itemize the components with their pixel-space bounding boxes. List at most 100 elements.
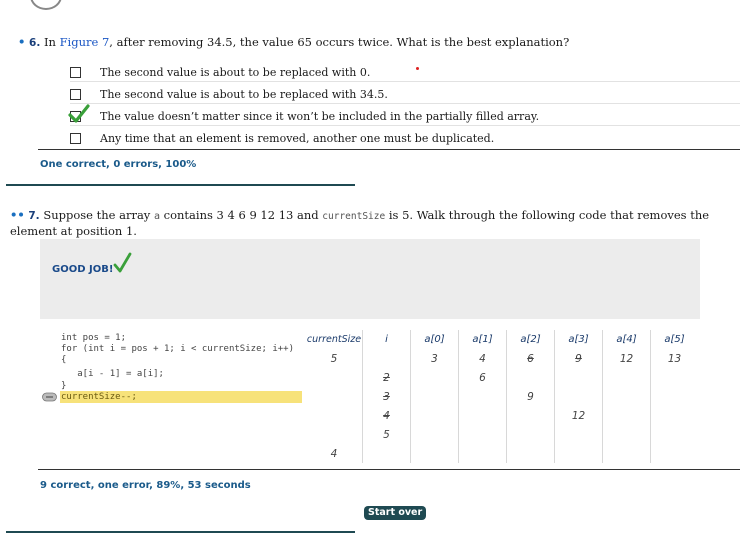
trace-cell[interactable] (362, 444, 411, 463)
trace-cell[interactable] (458, 425, 507, 444)
trace-cell[interactable] (554, 444, 603, 463)
question-7: •• 7. Suppose the array a contains 3 4 6… (10, 208, 738, 238)
trace-header: a[1] (458, 330, 507, 349)
choice-checkbox-2[interactable] (70, 89, 81, 100)
trace-header: a[5] (650, 330, 698, 349)
trace-cell[interactable] (458, 444, 507, 463)
trace-cell[interactable] (306, 425, 363, 444)
trace-cell[interactable] (506, 444, 555, 463)
trace-header: a[3] (554, 330, 603, 349)
trace-cell[interactable]: 4 (362, 406, 411, 425)
trace-cell[interactable] (410, 444, 459, 463)
trace-cell[interactable]: 4 (458, 349, 507, 368)
trace-cell[interactable] (650, 406, 698, 425)
question-separator (6, 531, 355, 533)
trace-cell[interactable]: 12 (602, 349, 651, 368)
trace-cell[interactable] (410, 368, 459, 387)
choice-divider (70, 103, 740, 104)
trace-row: 39 (306, 387, 698, 406)
choice-divider (70, 125, 740, 126)
trace-cell[interactable] (306, 406, 363, 425)
choice-checkbox-1[interactable] (70, 67, 81, 78)
question-number: 6. (29, 37, 41, 49)
trace-cell[interactable]: 6 (506, 349, 555, 368)
choice-label-1: The second value is about to be replaced… (100, 66, 371, 79)
trace-cell[interactable] (410, 387, 459, 406)
start-over-button[interactable]: Start over (364, 506, 427, 520)
trace-cell[interactable] (306, 368, 363, 387)
trace-row: 26 (306, 368, 698, 387)
code-line: a[i - 1] = a[i]; (61, 369, 164, 379)
check-mark-icon (68, 104, 90, 123)
top-cut-graphic (30, 0, 62, 10)
red-dot (416, 67, 419, 70)
trace-cell[interactable] (602, 406, 651, 425)
variable-name: currentSize (322, 211, 386, 222)
trace-cell[interactable] (362, 349, 411, 368)
trace-cell[interactable] (602, 444, 651, 463)
trace-cell[interactable]: 4 (306, 444, 363, 463)
question-text: contains 3 4 6 9 12 13 and (163, 208, 319, 222)
trace-header: a[0] (410, 330, 459, 349)
trace-cell[interactable] (458, 406, 507, 425)
choice-label-3: The value doesn’t matter since it won’t … (100, 110, 540, 123)
trace-cell[interactable]: 6 (458, 368, 507, 387)
score-q7: 9 correct, one error, 89%, 53 seconds (40, 480, 251, 491)
trace-header: a[2] (506, 330, 555, 349)
trace-row: 4 12 (306, 406, 698, 425)
trace-cell[interactable] (650, 444, 698, 463)
trace-cell[interactable] (650, 368, 698, 387)
trace-cell[interactable] (554, 425, 603, 444)
question-separator (6, 184, 355, 186)
trace-cell[interactable] (458, 387, 507, 406)
trace-cell[interactable] (602, 368, 651, 387)
trace-cell[interactable]: 3 (410, 349, 459, 368)
trace-row: 4 (306, 444, 698, 463)
trace-cell[interactable] (554, 368, 603, 387)
question-6: • 6. In Figure 7, after removing 34.5, t… (18, 35, 728, 50)
trace-cell[interactable] (602, 387, 651, 406)
trace-cell[interactable]: 9 (506, 387, 555, 406)
trace-cell[interactable]: 13 (650, 349, 698, 368)
trace-cell[interactable]: 9 (554, 349, 603, 368)
trace-cell[interactable]: 2 (362, 368, 411, 387)
trace-cell[interactable] (602, 425, 651, 444)
trace-cell[interactable]: 5 (306, 349, 363, 368)
code-line: for (int i = pos + 1; i < currentSize; i… (61, 344, 294, 354)
trace-cell[interactable] (650, 387, 698, 406)
choice-divider (70, 81, 740, 82)
trace-row: 5 (306, 425, 698, 444)
feedback-label: GOOD JOB! (52, 264, 114, 275)
trace-cell[interactable] (506, 406, 555, 425)
trace-cell[interactable] (506, 425, 555, 444)
trace-header: i (362, 330, 411, 349)
trace-header: currentSize (306, 334, 362, 345)
choice-label-4: Any time that an element is removed, ano… (100, 132, 495, 145)
trace-cell[interactable] (306, 387, 363, 406)
difficulty-bullet: •• (10, 208, 25, 222)
trace-table: currentSize i a[0] a[1] a[2] a[3] a[4] a… (306, 330, 698, 463)
difficulty-bullet: • (18, 35, 26, 49)
figure-link[interactable]: Figure 7 (60, 35, 110, 49)
code-line: { (61, 355, 67, 365)
question-text: Suppose the array (43, 208, 151, 222)
trace-cell[interactable] (554, 387, 603, 406)
question-number: 7. (28, 210, 40, 222)
check-mark-icon (113, 252, 132, 273)
instruction-pointer-icon (42, 392, 57, 402)
trace-cell[interactable]: 12 (554, 406, 603, 425)
feedback-box (40, 239, 700, 319)
trace-cell[interactable]: 3 (362, 387, 411, 406)
choice-label-2: The second value is about to be replaced… (100, 88, 388, 101)
section-rule (38, 149, 740, 150)
trace-cell[interactable] (650, 425, 698, 444)
choice-checkbox-4[interactable] (70, 133, 81, 144)
trace-cell[interactable] (410, 406, 459, 425)
code-line: currentSize--; (61, 392, 137, 402)
trace-cell[interactable] (410, 425, 459, 444)
trace-cell[interactable]: 5 (362, 425, 411, 444)
question-text-after: , after removing 34.5, the value 65 occu… (109, 35, 570, 49)
trace-cell[interactable] (506, 368, 555, 387)
section-rule (38, 469, 740, 470)
trace-header: a[4] (602, 330, 651, 349)
